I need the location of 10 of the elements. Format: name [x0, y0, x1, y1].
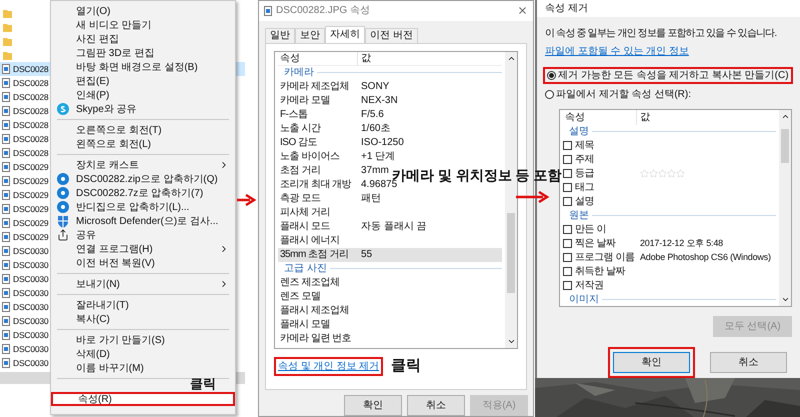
message-text: 이 속성 중 일부는 개인 정보를 포함하고 있을 수 있습니다. [545, 27, 776, 42]
window-title: 속성 제거 [545, 2, 588, 16]
annotation-text: 클릭 [190, 377, 216, 390]
group-heading: 이미지 [569, 292, 599, 306]
annotation-text: 클릭 [391, 356, 422, 376]
group-heading: 카메라 [284, 66, 314, 80]
group-heading: 원본 [569, 208, 589, 223]
window-title: DSC00282.JPG 속성 [276, 4, 371, 18]
group-heading: 고급 사진 [284, 262, 327, 276]
group-heading: 설명 [569, 124, 589, 139]
